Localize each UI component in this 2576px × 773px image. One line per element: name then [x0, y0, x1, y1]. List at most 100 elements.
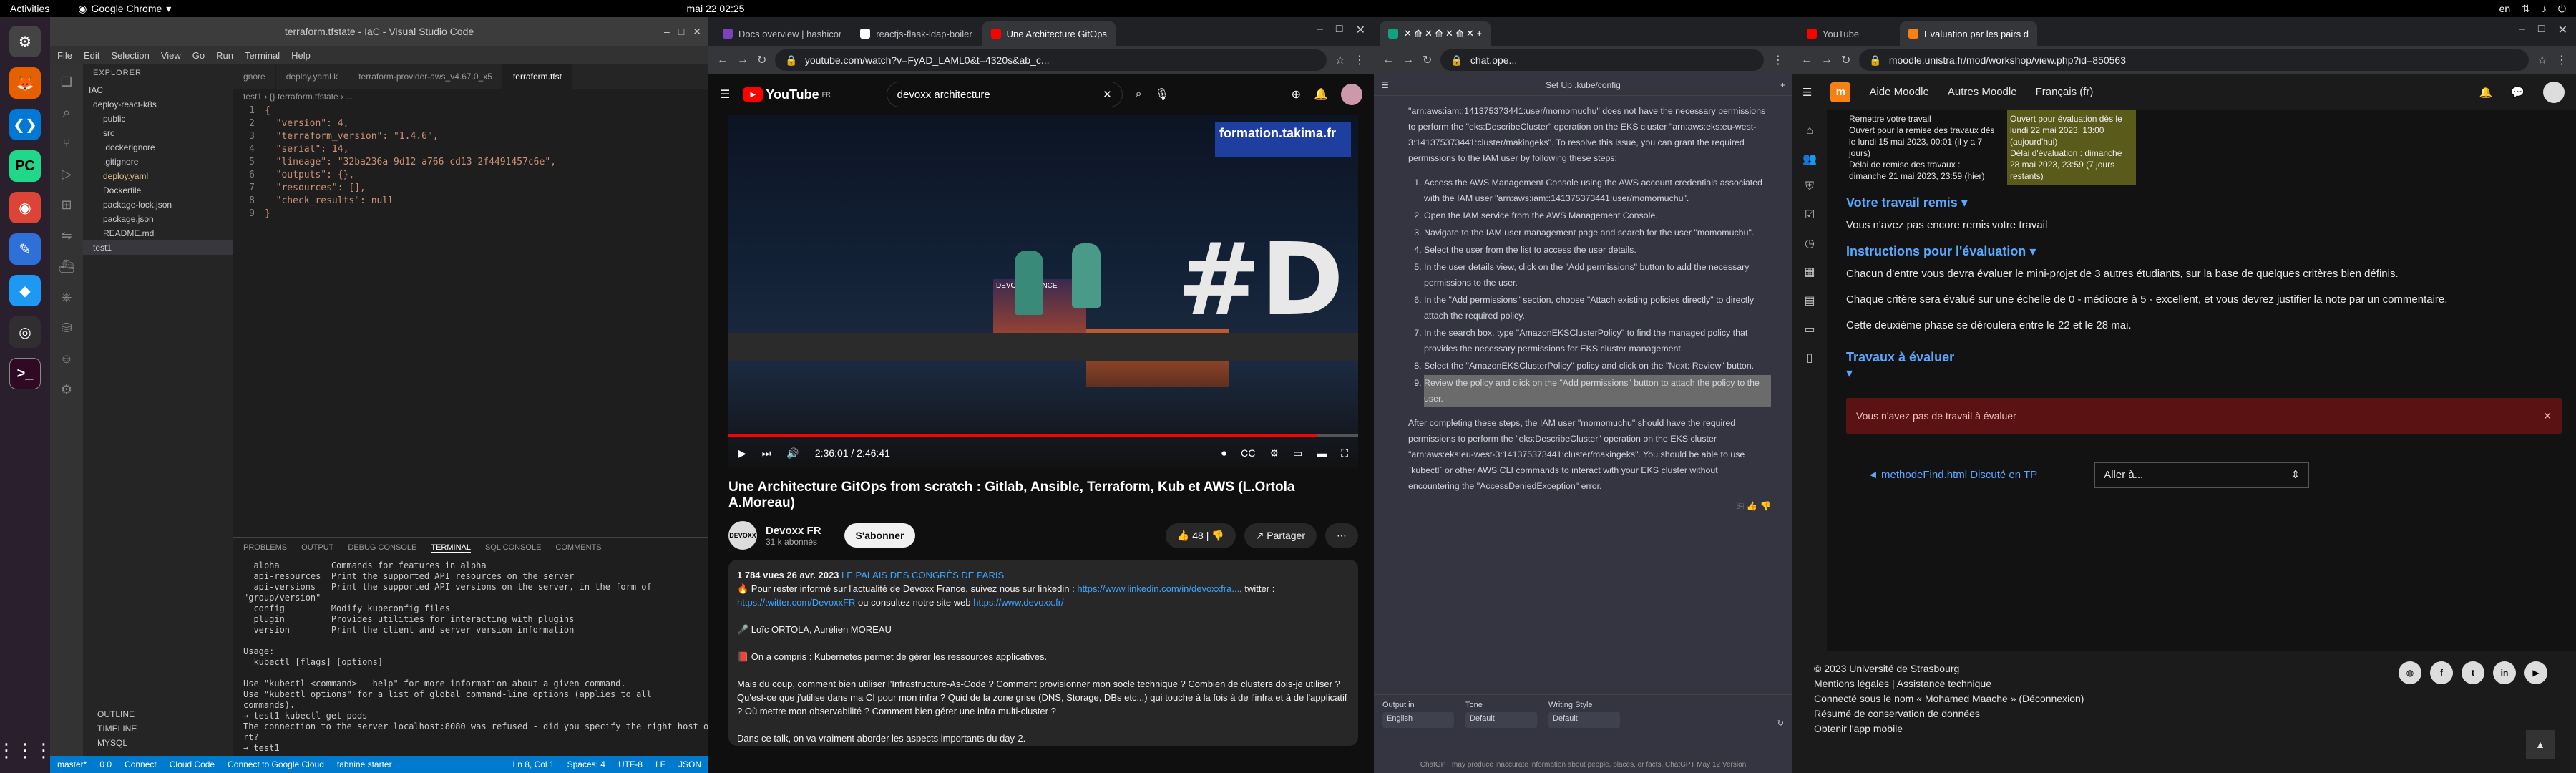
reload-icon[interactable]: ↻	[1841, 53, 1850, 67]
mic-icon[interactable]: 🎙	[1155, 87, 1169, 102]
search-input[interactable]: devoxx architecture ✕	[886, 82, 1123, 107]
folder-src[interactable]: src	[83, 126, 233, 140]
like-button[interactable]: 👍 48 | 👎	[1165, 522, 1236, 548]
menu-run[interactable]: Run	[216, 50, 233, 61]
subtitles-icon[interactable]: CC	[1241, 447, 1255, 460]
tab-terminal[interactable]: TERMINAL	[431, 543, 471, 553]
file-deploy-yaml[interactable]: deploy.yaml	[83, 169, 233, 183]
address-bar[interactable]: 🔒 moodle.unistra.fr/mod/workshop/view.php…	[1859, 49, 2529, 71]
youtube-icon[interactable]: ▶	[2524, 661, 2547, 684]
settings-gear-icon[interactable]: ⚙	[61, 382, 72, 397]
chrome-icon[interactable]: ◉	[9, 192, 41, 223]
twitter-link[interactable]: https://twitter.com/DevoxxFR	[737, 597, 855, 608]
clock[interactable]: mai 22 02:25	[680, 3, 751, 14]
menu-icon[interactable]: ☰	[1381, 80, 1389, 90]
search-icon[interactable]: ⌕	[1136, 88, 1142, 101]
folder-deploy[interactable]: deploy-react-k8s	[83, 97, 233, 112]
dolphin-icon[interactable]: ◆	[9, 275, 41, 306]
code-line[interactable]: 5 "lineage": "32ba236a-9d12-a766-cd13-2f…	[240, 156, 708, 169]
grades-icon[interactable]: ☑	[1805, 208, 1815, 222]
code-line[interactable]: 3 "terraform_version": "1.4.6",	[240, 130, 708, 143]
status-cloud-code[interactable]: Cloud Code	[170, 759, 215, 769]
app-menu[interactable]: ◉ Google Chrome ▾	[78, 3, 171, 15]
twitter-icon[interactable]: t	[2462, 661, 2484, 684]
maximize-icon[interactable]: □	[1336, 23, 1343, 37]
status-spaces[interactable]: Spaces: 4	[567, 759, 605, 769]
volume-icon[interactable]: 🔊	[786, 447, 799, 460]
next-icon[interactable]: ⏭	[762, 447, 771, 460]
code-line[interactable]: 1{	[240, 104, 708, 117]
apps-icon[interactable]: ⚙	[9, 26, 41, 57]
tab-output[interactable]: OUTPUT	[301, 543, 333, 552]
section-submission[interactable]: Votre travail remis ▾	[1846, 195, 2562, 210]
dashboard-icon[interactable]: ◷	[1805, 236, 1815, 251]
linkedin-link[interactable]: https://www.linkedin.com/in/devoxxfra...	[1077, 583, 1239, 594]
back-icon[interactable]: ←	[1382, 54, 1394, 67]
menu-file[interactable]: File	[57, 50, 72, 61]
timeline-section[interactable]: TIMELINE	[83, 721, 233, 736]
status-branch[interactable]: master*	[57, 759, 87, 769]
code-line[interactable]: 9}	[240, 208, 708, 220]
file-package-lock[interactable]: package-lock.json	[83, 198, 233, 212]
account-icon[interactable]: ☺	[60, 351, 73, 366]
status-errors[interactable]: 0 0	[99, 759, 112, 769]
step-item-selected[interactable]: Review the policy and click on the "Add …	[1424, 375, 1771, 407]
docker-icon[interactable]: ⛴	[59, 259, 75, 274]
hamburger-icon[interactable]: ☰	[720, 87, 730, 102]
create-icon[interactable]: ⊕	[1292, 87, 1301, 102]
menu-icon[interactable]: ⋮	[1354, 53, 1365, 67]
output-language-select[interactable]: English	[1382, 712, 1454, 728]
participants-icon[interactable]: 👥	[1802, 152, 1817, 166]
bookmark-icon[interactable]: ☆	[2537, 53, 2547, 67]
autoplay-toggle[interactable]: ⏺	[1221, 447, 1226, 460]
tab-provider[interactable]: terraform-provider-aws_v4.67.0_x5	[348, 64, 503, 89]
prev-activity-link[interactable]: ◄ methodeFind.html Discuté en TP	[1868, 467, 2037, 483]
status-eol[interactable]: LF	[655, 759, 665, 769]
tab-hashicorp[interactable]: Docs overview | hashicor	[714, 21, 850, 46]
maximize-icon[interactable]: □	[678, 26, 684, 38]
channel-name[interactable]: Devoxx FR	[766, 525, 821, 537]
editor[interactable]: gnore deploy.yaml k terraform-provider-a…	[233, 64, 708, 537]
regenerate-icon[interactable]: ↻	[1777, 719, 1784, 728]
code-line[interactable]: 4 "serial": 14,	[240, 143, 708, 156]
address-bar[interactable]: 🔒 youtube.com/watch?v=FyAD_LAML0&t=4320s&…	[775, 49, 1327, 71]
logged-in-as[interactable]: Connecté sous le nom « Mohamed Maache » …	[1814, 691, 2555, 706]
fullscreen-icon[interactable]: ⛶	[1341, 447, 1348, 460]
theater-icon[interactable]: ▬	[1317, 447, 1327, 460]
tab-gitignore[interactable]: gnore	[233, 64, 276, 89]
tab-problems[interactable]: PROBLEMS	[243, 543, 287, 552]
globe-icon[interactable]: ◍	[2399, 661, 2421, 684]
subscribe-button[interactable]: S'abonner	[844, 523, 916, 548]
status-google-cloud[interactable]: Connect to Google Cloud	[228, 759, 324, 769]
tab-youtube-video[interactable]: Une Architecture GitOps	[982, 21, 1116, 46]
menu-icon[interactable]: ⋮	[2556, 53, 2567, 67]
thumb-down-icon[interactable]: 👎	[1760, 501, 1771, 511]
activities-button[interactable]: Activities	[10, 3, 49, 14]
run-debug-icon[interactable]: ▷	[62, 167, 72, 182]
linkedin-icon[interactable]: in	[2493, 661, 2516, 684]
folder-iac[interactable]: IAC	[83, 83, 233, 97]
file-dockerfile[interactable]: Dockerfile	[83, 183, 233, 198]
outline-section[interactable]: OUTLINE	[83, 707, 233, 721]
section-to-assess[interactable]: Travaux à évaluer ▾	[1846, 349, 2562, 381]
folder-test1[interactable]: test1	[83, 240, 233, 255]
terminal-output[interactable]: alpha Commands for features in alpha api…	[233, 558, 708, 757]
back-icon[interactable]: ←	[717, 54, 728, 67]
source-control-icon[interactable]: ⑂	[63, 136, 71, 151]
menu-help[interactable]: Help	[291, 50, 311, 61]
bell-icon[interactable]: 🔔	[1314, 87, 1328, 102]
tone-select[interactable]: Default	[1465, 712, 1537, 728]
clear-icon[interactable]: ✕	[1103, 88, 1112, 101]
reload-icon[interactable]: ↻	[1423, 53, 1432, 67]
vscode-icon[interactable]: ❮❯	[9, 109, 41, 140]
video-player[interactable]: formation.takima.fr DEVOXX FRANCE #D ▶ ⏭…	[728, 115, 1358, 469]
nav-aide[interactable]: Aide Moodle	[1869, 86, 1928, 98]
reload-icon[interactable]: ↻	[757, 53, 766, 67]
share-button[interactable]: ↗ Partager	[1244, 522, 1317, 548]
extensions-icon[interactable]: ⊞	[61, 198, 72, 213]
remote-icon[interactable]: ⇋	[61, 228, 72, 243]
folder-public[interactable]: public	[83, 112, 233, 126]
tab-youtube[interactable]: YouTube	[1798, 21, 1898, 46]
menu-go[interactable]: Go	[192, 50, 205, 61]
close-icon[interactable]: ✕	[693, 26, 701, 38]
